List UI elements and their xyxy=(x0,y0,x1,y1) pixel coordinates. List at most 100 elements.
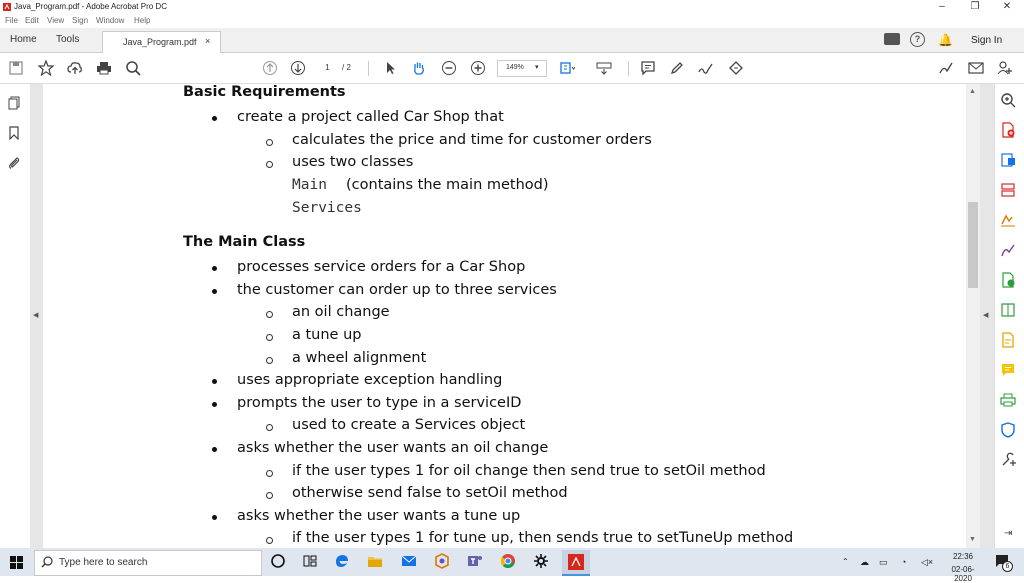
create-pdf-icon[interactable] xyxy=(1000,122,1016,138)
acrobat-taskbar-icon xyxy=(568,554,584,570)
stamp-icon[interactable] xyxy=(728,60,744,76)
zoom-select[interactable]: 149% ▾ xyxy=(497,60,547,77)
scroll-up-icon[interactable]: ▲ xyxy=(969,88,976,95)
zoom-in-icon[interactable] xyxy=(470,60,486,76)
menu-sign[interactable]: Sign xyxy=(72,16,88,25)
tab-home[interactable]: Home xyxy=(10,34,37,45)
next-page-icon[interactable] xyxy=(290,60,306,76)
acrobat-taskbar-button[interactable] xyxy=(562,550,590,576)
fit-page-icon[interactable] xyxy=(559,60,575,76)
comment-tool-icon[interactable] xyxy=(1000,362,1016,378)
zoom-out-icon[interactable] xyxy=(441,60,457,76)
collapse-tools-pane-icon[interactable]: ⇥ xyxy=(1004,528,1012,539)
list-item: if the user types 1 for tune up, then se… xyxy=(43,528,966,548)
teams-icon[interactable] xyxy=(467,553,483,569)
menu-help[interactable]: Help xyxy=(134,16,150,25)
prepare-form-icon[interactable] xyxy=(1000,332,1016,348)
protect-shield-icon[interactable] xyxy=(1000,422,1016,438)
bullet-marker xyxy=(212,288,217,294)
bookmark-star-icon[interactable] xyxy=(38,60,54,76)
volume-muted-icon[interactable]: ◁× xyxy=(921,557,933,568)
add-comment-icon[interactable] xyxy=(640,60,656,76)
list-item-text: uses two classes xyxy=(292,154,414,171)
show-hidden-icons-icon[interactable]: ⌃ xyxy=(842,557,849,566)
keyboard-scroll-icon[interactable] xyxy=(596,60,612,76)
toolbar-divider xyxy=(368,61,369,76)
title-bar: Java_Program.pdf - Adobe Acrobat Pro DC … xyxy=(0,0,1024,14)
maximize-button[interactable]: ❐ xyxy=(960,0,990,14)
list-item: otherwise send false to setOil method xyxy=(43,483,966,506)
scroll-down-icon[interactable]: ▼ xyxy=(969,536,976,543)
action-center-button[interactable]: 6 xyxy=(995,554,1013,572)
organize-pages-icon[interactable] xyxy=(1000,182,1016,198)
vertical-scrollbar[interactable]: ▲ ▼ xyxy=(966,84,980,548)
chrome-icon[interactable] xyxy=(500,553,516,569)
attachment-paperclip-icon[interactable] xyxy=(7,156,21,170)
page-number-input[interactable]: 1 xyxy=(325,63,329,72)
list-item: uses appropriate exception handling xyxy=(43,370,966,393)
list-item-text: used to create a Services object xyxy=(292,417,526,434)
edge-browser-icon[interactable] xyxy=(334,553,350,569)
print-icon[interactable] xyxy=(96,60,112,76)
windows-start-icon[interactable] xyxy=(10,556,23,569)
task-view-icon[interactable] xyxy=(302,553,318,569)
zoom-icon[interactable] xyxy=(1000,92,1016,108)
cortana-icon[interactable] xyxy=(270,553,286,569)
notification-bell-icon[interactable]: 🔔 xyxy=(938,33,953,47)
tab-close-icon[interactable]: × xyxy=(205,36,210,46)
collapse-right-pane-icon[interactable]: ◀ xyxy=(983,311,988,319)
save-icon[interactable] xyxy=(8,60,24,76)
scrollbar-thumb[interactable] xyxy=(968,202,978,288)
wifi-icon[interactable]: ◔ xyxy=(901,557,906,567)
highlight-pen-icon[interactable] xyxy=(669,60,685,76)
mail-icon[interactable] xyxy=(401,553,417,569)
close-window-button[interactable]: ✕ xyxy=(992,0,1022,14)
compare-files-icon[interactable] xyxy=(1000,302,1016,318)
export-pdf-icon[interactable] xyxy=(1000,152,1016,168)
menu-view[interactable]: View xyxy=(47,16,64,25)
sign-in-link[interactable]: Sign In xyxy=(971,35,1002,46)
list-item: Services xyxy=(43,198,966,221)
request-signature-icon[interactable] xyxy=(1000,272,1016,288)
onedrive-cloud-icon[interactable]: ☁ xyxy=(860,557,869,568)
edit-pdf-icon[interactable] xyxy=(1000,212,1016,228)
more-tools-icon[interactable] xyxy=(1000,452,1016,468)
minimize-button[interactable]: – xyxy=(927,0,957,14)
expand-left-pane-icon[interactable]: ◀ xyxy=(33,311,38,319)
sub-bullet-marker xyxy=(266,161,273,169)
battery-icon[interactable]: ▭ xyxy=(879,557,888,568)
email-icon[interactable] xyxy=(968,60,984,76)
tab-tools[interactable]: Tools xyxy=(56,34,79,45)
file-explorer-icon[interactable] xyxy=(367,553,383,569)
toolbar-divider xyxy=(628,61,629,76)
settings-gear-icon[interactable] xyxy=(533,553,549,569)
draw-sign-icon[interactable] xyxy=(698,60,714,76)
hand-tool-icon[interactable] xyxy=(411,60,427,76)
share-user-icon[interactable] xyxy=(997,60,1013,76)
find-search-icon[interactable] xyxy=(125,60,141,76)
help-icon[interactable]: ? xyxy=(910,32,925,47)
list-item-text: otherwise send false to setOil method xyxy=(292,485,568,502)
notification-count-badge: 6 xyxy=(1002,561,1013,572)
bookmark-icon[interactable] xyxy=(8,126,20,140)
page-thumbnails-icon[interactable] xyxy=(7,96,21,110)
print-production-icon[interactable] xyxy=(1000,392,1016,408)
upload-cloud-icon[interactable] xyxy=(67,60,83,76)
menu-file[interactable]: File xyxy=(5,16,18,25)
fill-sign-icon[interactable] xyxy=(938,60,954,76)
menu-edit[interactable]: Edit xyxy=(25,16,39,25)
menu-window[interactable]: Window xyxy=(96,16,124,25)
taskbar-search-box[interactable]: Type here to search xyxy=(34,550,262,576)
left-pane-collapse-strip[interactable]: ◀ xyxy=(30,84,43,548)
taskbar-search-placeholder: Type here to search xyxy=(59,557,148,568)
taskbar-time[interactable]: 22:36 xyxy=(943,552,983,561)
taskbar-date[interactable]: 02-06-2020 xyxy=(943,565,983,583)
office-app-icon[interactable] xyxy=(434,553,450,569)
comment-icon[interactable] xyxy=(884,33,900,45)
list-item: if the user types 1 for oil change then … xyxy=(43,461,966,484)
list-item: create a project called Car Shop that xyxy=(43,107,966,130)
select-cursor-icon[interactable] xyxy=(383,60,399,76)
tab-document[interactable]: Java_Program.pdf × xyxy=(102,31,221,53)
fill-and-sign-icon[interactable] xyxy=(1000,242,1016,258)
previous-page-icon[interactable] xyxy=(262,60,278,76)
